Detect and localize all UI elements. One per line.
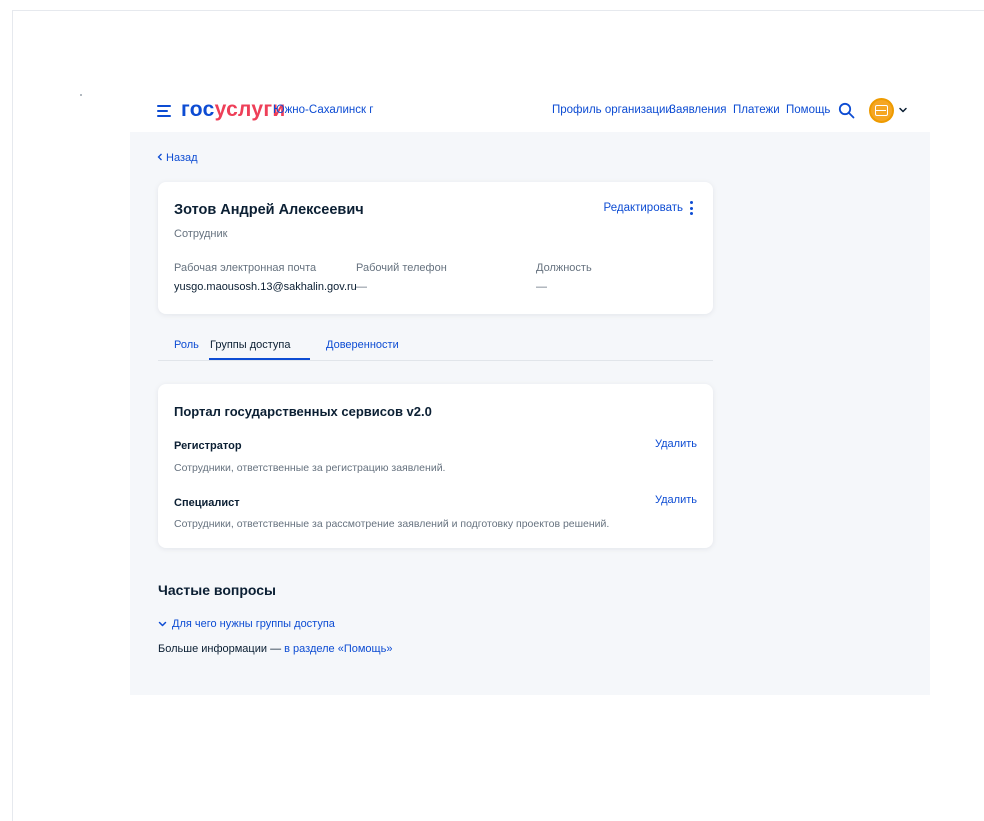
nav-payments[interactable]: Платежи <box>733 104 780 116</box>
kebab-icon[interactable] <box>689 200 695 216</box>
active-tab-indicator <box>209 358 310 360</box>
email-value: yusgo.maousosh.13@sakhalin.gov.ru <box>174 281 357 293</box>
gosuslugi-logo[interactable]: госуслуги <box>181 98 286 122</box>
faq-title: Частые вопросы <box>158 582 276 598</box>
tab-powers-of-attorney[interactable]: Доверенности <box>326 339 399 351</box>
group-name-registrar: Регистратор <box>174 440 242 452</box>
group-name-specialist: Специалист <box>174 497 240 509</box>
back-label: Назад <box>166 152 198 164</box>
position-label: Должность <box>536 262 592 274</box>
tab-bar: Роль Группы доступа Доверенности <box>158 328 713 361</box>
logo-part-gos: гос <box>181 98 215 121</box>
employee-card: Зотов Андрей Алексеевич Сотрудник Редакт… <box>158 182 713 314</box>
phone-label: Рабочий телефон <box>356 262 447 274</box>
more-info-text: Больше информации — <box>158 643 285 655</box>
nav-applications[interactable]: Заявления <box>669 104 727 116</box>
site-header: госуслуги Южно-Сахалинск г Профиль орган… <box>130 92 930 132</box>
email-label: Рабочая электронная почта <box>174 262 317 274</box>
stray-dot <box>80 94 82 96</box>
main-content: Назад Зотов Андрей Алексеевич Сотрудник … <box>130 132 930 695</box>
search-icon[interactable] <box>838 102 855 119</box>
position-value: — <box>536 281 547 293</box>
faq-question[interactable]: Для чего нужны группы доступа <box>158 618 335 630</box>
chevron-left-icon <box>157 153 162 161</box>
avatar-icon[interactable] <box>869 98 894 123</box>
more-info: Больше информации — в разделе «Помощь» <box>158 643 392 655</box>
employee-name: Зотов Андрей Алексеевич <box>174 202 364 218</box>
employee-role: Сотрудник <box>174 228 228 240</box>
edit-button[interactable]: Редактировать <box>604 202 683 214</box>
phone-value: — <box>356 281 367 293</box>
delete-registrar-button[interactable]: Удалить <box>655 438 697 450</box>
back-link[interactable]: Назад <box>157 152 198 164</box>
help-section-link[interactable]: в разделе «Помощь» <box>284 643 392 655</box>
city-selector[interactable]: Южно-Сахалинск г <box>273 104 373 116</box>
group-desc-registrar: Сотрудники, ответственные за регистрацию… <box>174 462 446 474</box>
access-groups-card: Портал государственных сервисов v2.0 Рег… <box>158 384 713 548</box>
group-desc-specialist: Сотрудники, ответственные за рассмотрени… <box>174 518 610 530</box>
nav-help[interactable]: Помощь <box>786 104 830 116</box>
menu-icon[interactable] <box>157 105 171 117</box>
chevron-down-icon <box>158 621 167 627</box>
tab-access-groups[interactable]: Группы доступа <box>210 339 290 351</box>
delete-specialist-button[interactable]: Удалить <box>655 494 697 506</box>
chevron-down-icon[interactable] <box>898 105 908 115</box>
nav-org-profile[interactable]: Профиль организации <box>552 104 672 116</box>
faq-question-label: Для чего нужны группы доступа <box>172 618 335 630</box>
tab-role[interactable]: Роль <box>174 339 199 351</box>
portal-title: Портал государственных сервисов v2.0 <box>174 404 432 419</box>
